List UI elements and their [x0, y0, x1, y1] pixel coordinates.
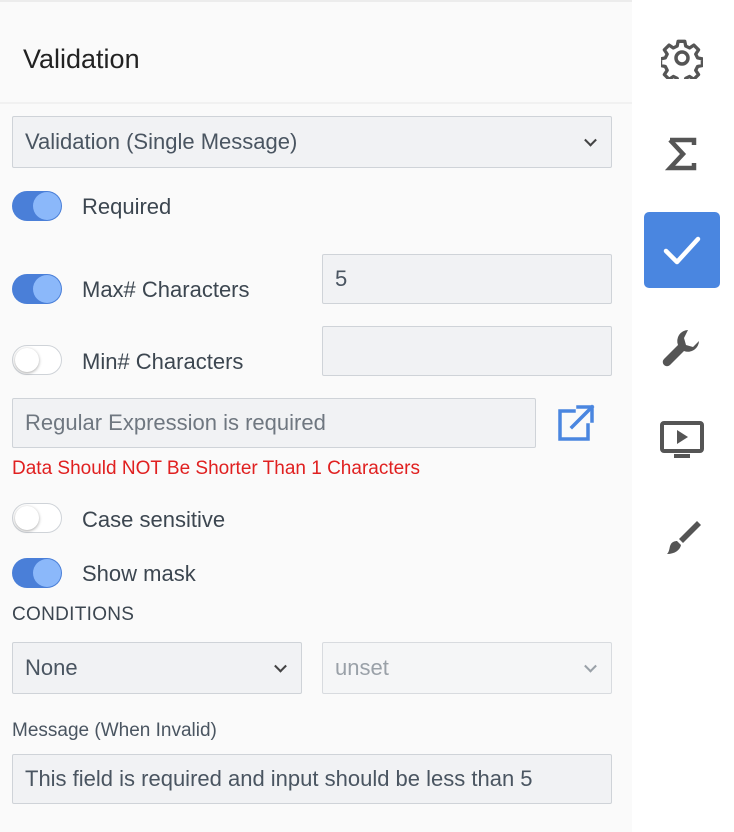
min-characters-label: Min# Characters: [82, 349, 244, 374]
required-toggle[interactable]: [12, 191, 62, 221]
validation-type-value: Validation (Single Message): [25, 129, 298, 154]
sidebar-tools-button[interactable]: [644, 310, 720, 386]
sidebar-settings-button[interactable]: [644, 20, 720, 96]
min-characters-input[interactable]: [322, 326, 612, 376]
max-characters-label: Max# Characters: [82, 277, 250, 302]
message-label: Message (When Invalid): [12, 720, 217, 741]
check-icon: [663, 236, 701, 265]
condition-value-select[interactable]: unset: [322, 642, 612, 694]
chevron-down-icon: [274, 659, 287, 673]
show-mask-label: Show mask: [82, 561, 196, 586]
sigma-icon: [665, 137, 697, 171]
chevron-down-icon: [584, 133, 597, 147]
validation-panel: Validation Validation (Single Message) R…: [0, 0, 632, 832]
regex-placeholder: Regular Expression is required: [25, 410, 326, 435]
conditions-heading: CONDITIONS: [12, 604, 135, 625]
case-sensitive-toggle[interactable]: [12, 503, 62, 533]
required-label: Required: [82, 194, 172, 219]
invalid-message-value: This field is required and input should …: [25, 766, 533, 791]
sidebar-formula-button[interactable]: [644, 116, 720, 192]
min-characters-toggle[interactable]: [12, 345, 62, 375]
validation-error-text: Data Should NOT Be Shorter Than 1 Charac…: [12, 458, 421, 479]
condition-value-select-value: unset: [335, 655, 389, 680]
show-mask-toggle[interactable]: [12, 558, 62, 588]
regex-input[interactable]: Regular Expression is required: [12, 398, 536, 448]
title-divider: [0, 102, 632, 104]
panel-title: Validation: [23, 44, 140, 74]
sidebar-preview-button[interactable]: [644, 402, 720, 478]
condition-select[interactable]: None: [12, 642, 302, 694]
wrench-icon: [662, 330, 699, 367]
sidebar-style-button[interactable]: [644, 500, 720, 576]
condition-select-value: None: [25, 655, 78, 680]
brush-icon: [667, 521, 701, 554]
sidebar-validation-button[interactable]: [644, 212, 720, 288]
presentation-icon: [660, 421, 704, 458]
gear-icon: [661, 39, 703, 79]
max-characters-input[interactable]: 5: [322, 254, 612, 304]
chevron-down-icon: [584, 659, 597, 673]
case-sensitive-label: Case sensitive: [82, 507, 226, 532]
invalid-message-input[interactable]: This field is required and input should …: [12, 754, 612, 804]
icon-sidebar: [632, 0, 734, 832]
max-characters-toggle[interactable]: [12, 274, 62, 304]
validation-type-select[interactable]: Validation (Single Message): [12, 116, 612, 168]
max-characters-value: 5: [335, 266, 348, 291]
open-external-icon[interactable]: [556, 403, 596, 443]
